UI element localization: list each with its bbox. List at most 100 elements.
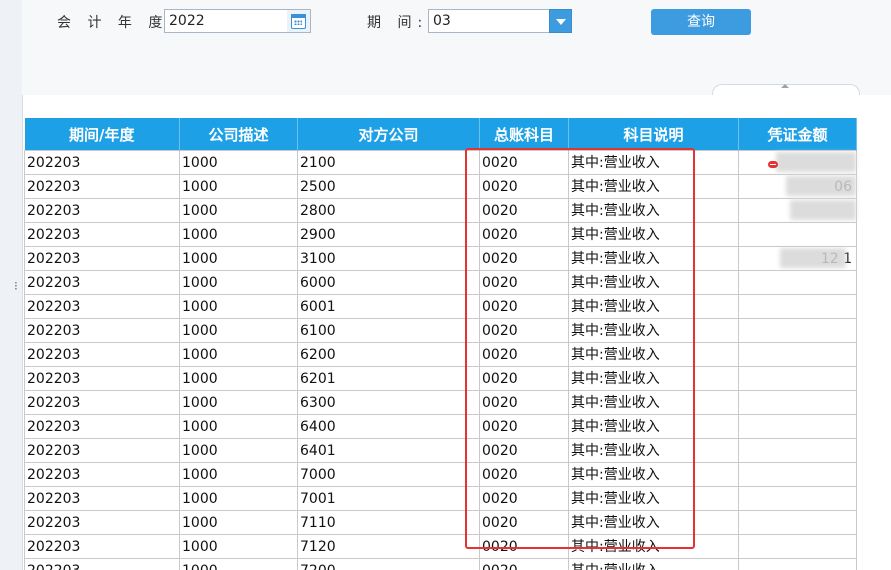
- table-cell: 其中:营业收入: [568, 150, 739, 175]
- table-cell: 1000: [179, 462, 298, 487]
- table-cell: [738, 462, 857, 487]
- table-cell: 0020: [479, 510, 569, 535]
- table-row[interactable]: 202203 1000 2100 0020 其中:营业收入: [24, 150, 857, 175]
- table-header-row: 期间/年度 公司描述 对方公司 总账科目 科目说明 凭证金额: [24, 118, 857, 151]
- redacted-amount: [790, 200, 856, 220]
- table-cell: 其中:营业收入: [568, 342, 739, 367]
- table-cell: 其中:营业收入: [568, 318, 739, 343]
- table-cell: 1000: [179, 438, 298, 463]
- fiscal-year-label: 会 计 年 度:: [57, 15, 180, 31]
- table-cell: 202203: [24, 438, 180, 463]
- table-cell: 其中:营业收入: [568, 414, 739, 439]
- table-cell: 7001: [297, 486, 480, 511]
- table-cell: 1000: [179, 486, 298, 511]
- table-cell: 0020: [479, 342, 569, 367]
- table-cell: 202203: [24, 246, 180, 271]
- table-cell: [738, 222, 857, 247]
- table-cell: 1000: [179, 390, 298, 415]
- table-cell: 1000: [179, 150, 298, 175]
- table-cell: 0020: [479, 414, 569, 439]
- table-cell: 6400: [297, 414, 480, 439]
- table-row[interactable]: 202203 1000 6001 0020 其中:营业收入: [24, 294, 857, 319]
- table-cell: 202203: [24, 294, 180, 319]
- table-cell: 202203: [24, 414, 180, 439]
- table-cell: 6401: [297, 438, 480, 463]
- table-cell: 6000: [297, 270, 480, 295]
- table-cell: 202203: [24, 510, 180, 535]
- drag-handle-icon[interactable]: ⁝: [14, 280, 18, 303]
- table-cell: 其中:营业收入: [568, 174, 739, 199]
- table-row[interactable]: 202203100025000020其中:营业收入06: [24, 174, 857, 199]
- chevron-down-icon[interactable]: [549, 9, 572, 33]
- table-cell: [738, 486, 857, 511]
- table-cell: 0020: [479, 366, 569, 391]
- table-cell: [738, 558, 857, 570]
- alert-badge-icon: [768, 161, 778, 168]
- table-row[interactable]: 202203 1000 7120 0020 其中:营业收入: [24, 534, 857, 559]
- left-gutter: ⁝: [0, 0, 23, 570]
- table-cell: [738, 438, 857, 463]
- table-row[interactable]: 202203 1000 2900 0020 其中:营业收入: [24, 222, 857, 247]
- table-row[interactable]: 202203 1000 6000 0020 其中:营业收入: [24, 270, 857, 295]
- table-cell: 1000: [179, 510, 298, 535]
- table-cell: 1000: [179, 246, 298, 271]
- table-cell: 其中:营业收入: [568, 462, 739, 487]
- table-cell: 202203: [24, 198, 180, 223]
- query-button[interactable]: 查询: [651, 9, 751, 35]
- column-header[interactable]: 总账科目: [479, 118, 569, 151]
- table-cell: 1000: [179, 318, 298, 343]
- table-cell: [738, 342, 857, 367]
- table-cell: 0020: [479, 150, 569, 175]
- table-cell: 202203: [24, 318, 180, 343]
- collapse-toggle[interactable]: [712, 84, 860, 95]
- table-row[interactable]: 202203 1000 6401 0020 其中:营业收入: [24, 438, 857, 463]
- table-row[interactable]: 202203 1000 7000 0020 其中:营业收入: [24, 462, 857, 487]
- table-row[interactable]: 202203 1000 7110 0020 其中:营业收入: [24, 510, 857, 535]
- table-cell: 其中:营业收入: [568, 294, 739, 319]
- table-cell: 0020: [479, 558, 569, 570]
- table-cell: 其中:营业收入: [568, 246, 739, 271]
- period-label: 期 间:: [367, 15, 429, 31]
- table-cell: 6100: [297, 318, 480, 343]
- table-row[interactable]: 202203 1000 7001 0020 其中:营业收入: [24, 486, 857, 511]
- table-cell: [738, 390, 857, 415]
- table-cell: 202203: [24, 270, 180, 295]
- column-header[interactable]: 对方公司: [297, 118, 480, 151]
- table-cell: 1000: [179, 534, 298, 559]
- table-row[interactable]: 202203 1000 2800 0020 其中:营业收入: [24, 198, 857, 223]
- table-cell: [738, 534, 857, 559]
- voucher-table: 期间/年度 公司描述 对方公司 总账科目 科目说明 凭证金额 202203 1000 2100…: [24, 118, 857, 570]
- table-row[interactable]: 202203100072000020其中:营业收入: [24, 558, 857, 570]
- table-cell: 0020: [479, 438, 569, 463]
- table-cell: 其中:营业收入: [568, 438, 739, 463]
- table-row[interactable]: 202203 1000 6400 0020 其中:营业收入: [24, 414, 857, 439]
- table-cell: [738, 318, 857, 343]
- table-cell: 1000: [179, 174, 298, 199]
- column-header[interactable]: 期间/年度: [24, 118, 180, 151]
- table-cell: 6201: [297, 366, 480, 391]
- table-cell: 0020: [479, 486, 569, 511]
- table-row[interactable]: 202203 1000 6200 0020 其中:营业收入: [24, 342, 857, 367]
- column-header[interactable]: 公司描述: [179, 118, 298, 151]
- table-cell: 1000: [179, 366, 298, 391]
- calendar-button[interactable]: [287, 9, 311, 33]
- table-cell: 2900: [297, 222, 480, 247]
- column-header[interactable]: 凭证金额: [738, 118, 857, 151]
- table-body: 202203 1000 2100 0020 其中:营业收入 202203 1000 2500 0…: [24, 150, 857, 570]
- table-cell: 其中:营业收入: [568, 390, 739, 415]
- table-cell: 其中:营业收入: [568, 222, 739, 247]
- table-cell: 其中:营业收入: [568, 366, 739, 391]
- table-row[interactable]: 202203 1000 6300 0020 其中:营业收入: [24, 390, 857, 415]
- table-cell: 2100: [297, 150, 480, 175]
- table-row[interactable]: 202203 1000 6201 0020 其中:营业收入: [24, 366, 857, 391]
- table-cell: 2800: [297, 198, 480, 223]
- table-cell: 1000: [179, 342, 298, 367]
- table-cell: 202203: [24, 174, 180, 199]
- table-cell: [738, 294, 857, 319]
- table-cell: [738, 414, 857, 439]
- column-header[interactable]: 科目说明: [568, 118, 739, 151]
- table-row[interactable]: 202203100031000020其中:营业收入12 1: [24, 246, 857, 271]
- redacted-amount: [780, 248, 846, 268]
- table-cell: 1000: [179, 558, 298, 570]
- table-row[interactable]: 202203 1000 6100 0020 其中:营业收入: [24, 318, 857, 343]
